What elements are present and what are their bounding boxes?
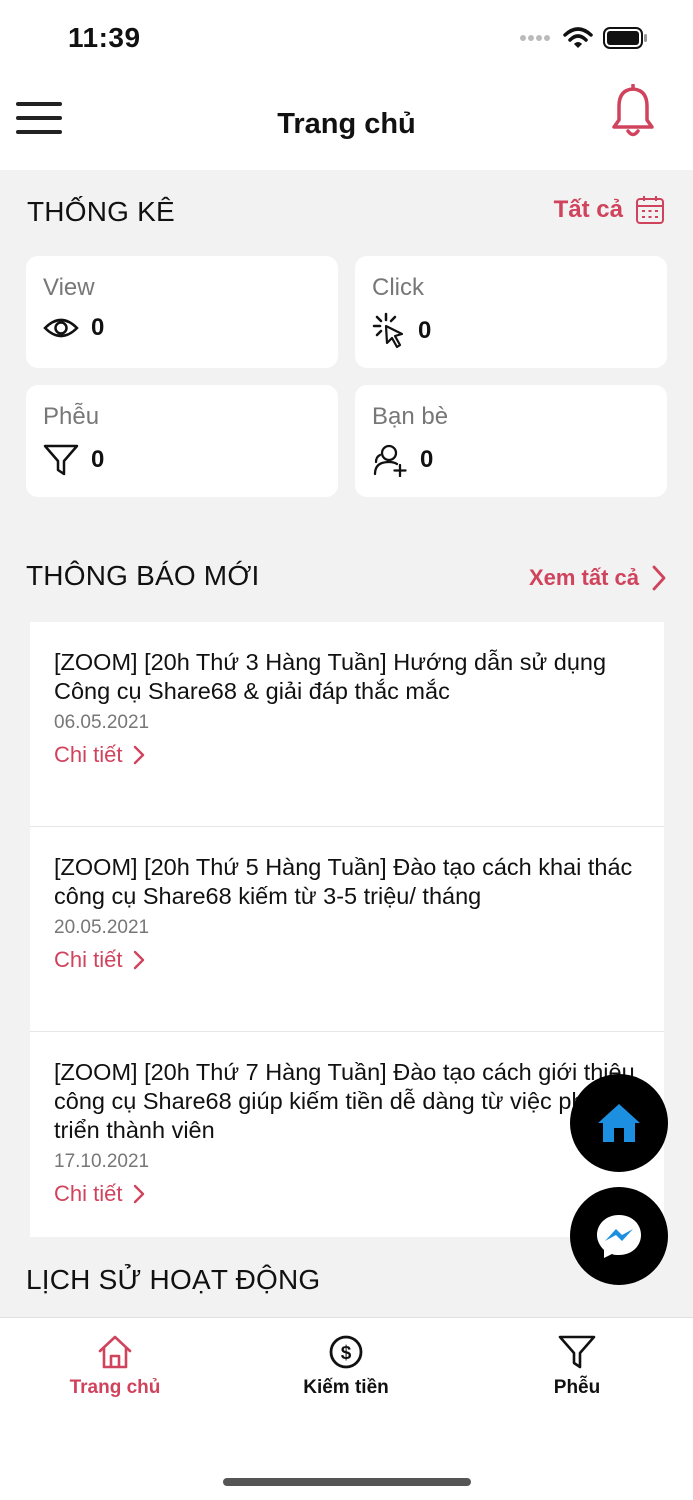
notice-detail-label: Chi tiết	[54, 742, 123, 767]
add-friend-icon	[373, 444, 407, 477]
funnel-icon	[558, 1335, 596, 1369]
bell-icon[interactable]	[609, 84, 657, 140]
notice-date: 17.10.2021	[54, 1151, 150, 1172]
bottom-tab-bar: Trang chủ $ Kiếm tiền Phễu	[0, 1317, 693, 1500]
notice-date: 20.05.2021	[54, 917, 150, 938]
tab-funnel[interactable]: Phễu	[502, 1334, 652, 1399]
battery-icon	[603, 27, 647, 49]
messenger-icon	[597, 1215, 641, 1258]
cursor-click-icon	[372, 312, 404, 349]
notice-item[interactable]: [ZOOM] [20h Thứ 5 Hàng Tuần] Đào tạo các…	[30, 827, 664, 1032]
see-all-label: Xem tất cả	[528, 565, 639, 590]
status-icons	[519, 26, 649, 50]
notice-detail-link[interactable]: Chi tiết	[54, 1181, 640, 1207]
wifi-icon	[563, 27, 593, 48]
dollar-coin-icon: $	[329, 1335, 363, 1369]
status-bar: 11:39	[0, 0, 693, 80]
stat-value: 0	[420, 446, 434, 473]
chevron-right-icon	[134, 1184, 145, 1204]
tab-label: Trang chủ	[69, 1377, 161, 1398]
eye-icon	[43, 318, 79, 338]
notices-title: THÔNG BÁO MỚI	[26, 560, 260, 591]
status-time: 11:39	[68, 22, 141, 53]
notice-detail-link[interactable]: Chi tiết	[54, 947, 640, 973]
menu-icon-line	[16, 102, 62, 106]
notice-title: [ZOOM] [20h Thứ 3 Hàng Tuần] Hướng dẫn s…	[54, 649, 607, 704]
chevron-right-icon	[134, 950, 145, 970]
stat-value: 0	[418, 317, 432, 344]
tab-home[interactable]: Trang chủ	[40, 1334, 190, 1399]
messenger-fab-button[interactable]	[570, 1187, 668, 1285]
home-fab-button[interactable]	[570, 1074, 668, 1172]
notice-title: [ZOOM] [20h Thứ 5 Hàng Tuần] Đào tạo các…	[54, 854, 633, 909]
stat-label: Phễu	[43, 403, 100, 430]
chevron-right-icon	[652, 565, 666, 591]
page-title: Trang chủ	[277, 108, 416, 140]
stat-value: 0	[91, 446, 105, 473]
stat-card-funnel[interactable]: Phễu 0	[26, 385, 338, 497]
notice-title: [ZOOM] [20h Thứ 7 Hàng Tuần] Đào tạo các…	[54, 1059, 635, 1143]
stats-filter-button[interactable]: Tất cả	[554, 195, 665, 225]
tab-earn[interactable]: $ Kiếm tiền	[271, 1334, 421, 1399]
signal-icon	[520, 35, 550, 41]
history-title: LỊCH SỬ HOẠT ĐỘNG	[26, 1264, 321, 1295]
app-header: Trang chủ	[0, 80, 693, 170]
notice-detail-link[interactable]: Chi tiết	[54, 742, 640, 768]
stat-label: Click	[372, 274, 424, 301]
notice-item[interactable]: [ZOOM] [20h Thứ 7 Hàng Tuần] Đào tạo các…	[30, 1032, 664, 1237]
notice-item[interactable]: [ZOOM] [20h Thứ 3 Hàng Tuần] Hướng dẫn s…	[30, 622, 664, 827]
tab-label: Kiếm tiền	[303, 1377, 389, 1398]
calendar-icon	[636, 196, 664, 224]
stats-filter-label: Tất cả	[553, 196, 623, 223]
see-all-link[interactable]: Xem tất cả	[529, 564, 667, 592]
home-indicator	[223, 1478, 471, 1486]
tab-label: Phễu	[553, 1377, 601, 1398]
svg-text:$: $	[341, 1343, 352, 1364]
funnel-icon	[43, 444, 79, 476]
stat-label: View	[43, 274, 95, 301]
chevron-right-icon	[134, 745, 145, 765]
notice-list: [ZOOM] [20h Thứ 3 Hàng Tuần] Hướng dẫn s…	[30, 622, 664, 1237]
stat-card-click[interactable]: Click 0	[355, 256, 667, 368]
notice-detail-label: Chi tiết	[54, 947, 123, 972]
stat-label: Bạn bè	[372, 403, 449, 430]
notice-date: 06.05.2021	[54, 712, 150, 733]
stat-card-friends[interactable]: Bạn bè 0	[355, 385, 667, 497]
notice-detail-label: Chi tiết	[54, 1181, 123, 1206]
stat-card-view[interactable]: View 0	[26, 256, 338, 368]
home-icon	[598, 1104, 640, 1142]
stat-value: 0	[91, 314, 105, 341]
stats-title: THỐNG KÊ	[27, 196, 175, 227]
home-outline-icon	[98, 1335, 132, 1369]
